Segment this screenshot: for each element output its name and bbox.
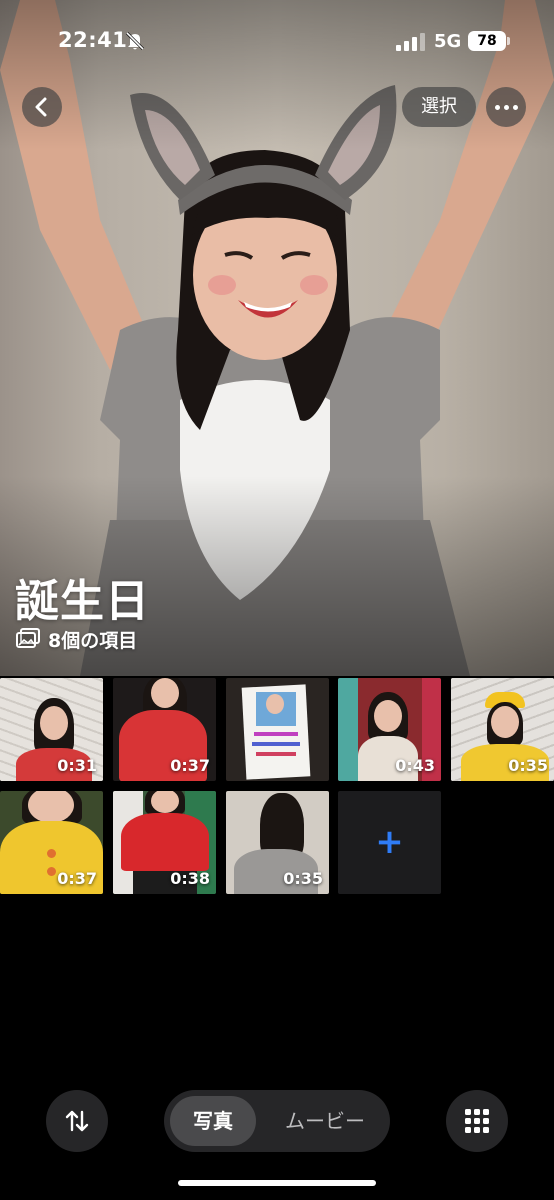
grid-item-video[interactable]: 0:37: [0, 791, 103, 894]
grid-item-video[interactable]: 0:43: [338, 678, 441, 781]
video-duration: 0:35: [283, 869, 323, 888]
grid-item-video[interactable]: 0:37: [113, 678, 216, 781]
battery-cap: [507, 37, 510, 45]
status-time: 22:41: [58, 28, 128, 52]
grid-view-button[interactable]: [446, 1090, 508, 1152]
add-to-album-button[interactable]: +: [338, 791, 441, 894]
video-duration: 0:43: [395, 756, 435, 775]
grid-item-video[interactable]: 0:35: [451, 678, 554, 781]
video-duration: 0:31: [57, 756, 97, 775]
tab-movies[interactable]: ムービー: [264, 1096, 386, 1146]
video-duration: 0:38: [170, 869, 210, 888]
more-button[interactable]: [486, 87, 526, 127]
bell-slash-icon: [125, 31, 145, 51]
grid-item-video[interactable]: 0:35: [226, 791, 329, 894]
grid-icon: [465, 1109, 489, 1133]
tab-photos[interactable]: 写真: [170, 1096, 256, 1146]
grid-item-video[interactable]: 0:31: [0, 678, 103, 781]
select-button[interactable]: 選択: [402, 87, 476, 127]
view-segment-control: 写真 ムービー: [164, 1090, 390, 1152]
chevron-left-icon: [35, 97, 47, 117]
home-indicator[interactable]: [178, 1180, 376, 1186]
status-bar: 22:41 5G 78: [0, 0, 554, 84]
video-duration: 0:35: [508, 756, 548, 775]
signal-icon: [396, 33, 425, 51]
battery-indicator: 78: [468, 31, 506, 51]
grid-item-photo[interactable]: [226, 678, 329, 781]
album-title: 誕生日: [15, 576, 150, 627]
grid-item-video[interactable]: 0:38: [113, 791, 216, 894]
video-duration: 0:37: [57, 869, 97, 888]
video-duration: 0:37: [170, 756, 210, 775]
back-button[interactable]: [22, 87, 62, 127]
network-label: 5G: [434, 31, 462, 52]
sort-button[interactable]: [46, 1090, 108, 1152]
sort-arrows-icon: [65, 1110, 89, 1132]
album-item-count: 8個の項目: [48, 630, 138, 652]
photo-stack-icon: [16, 628, 40, 648]
plus-icon: +: [375, 822, 404, 862]
